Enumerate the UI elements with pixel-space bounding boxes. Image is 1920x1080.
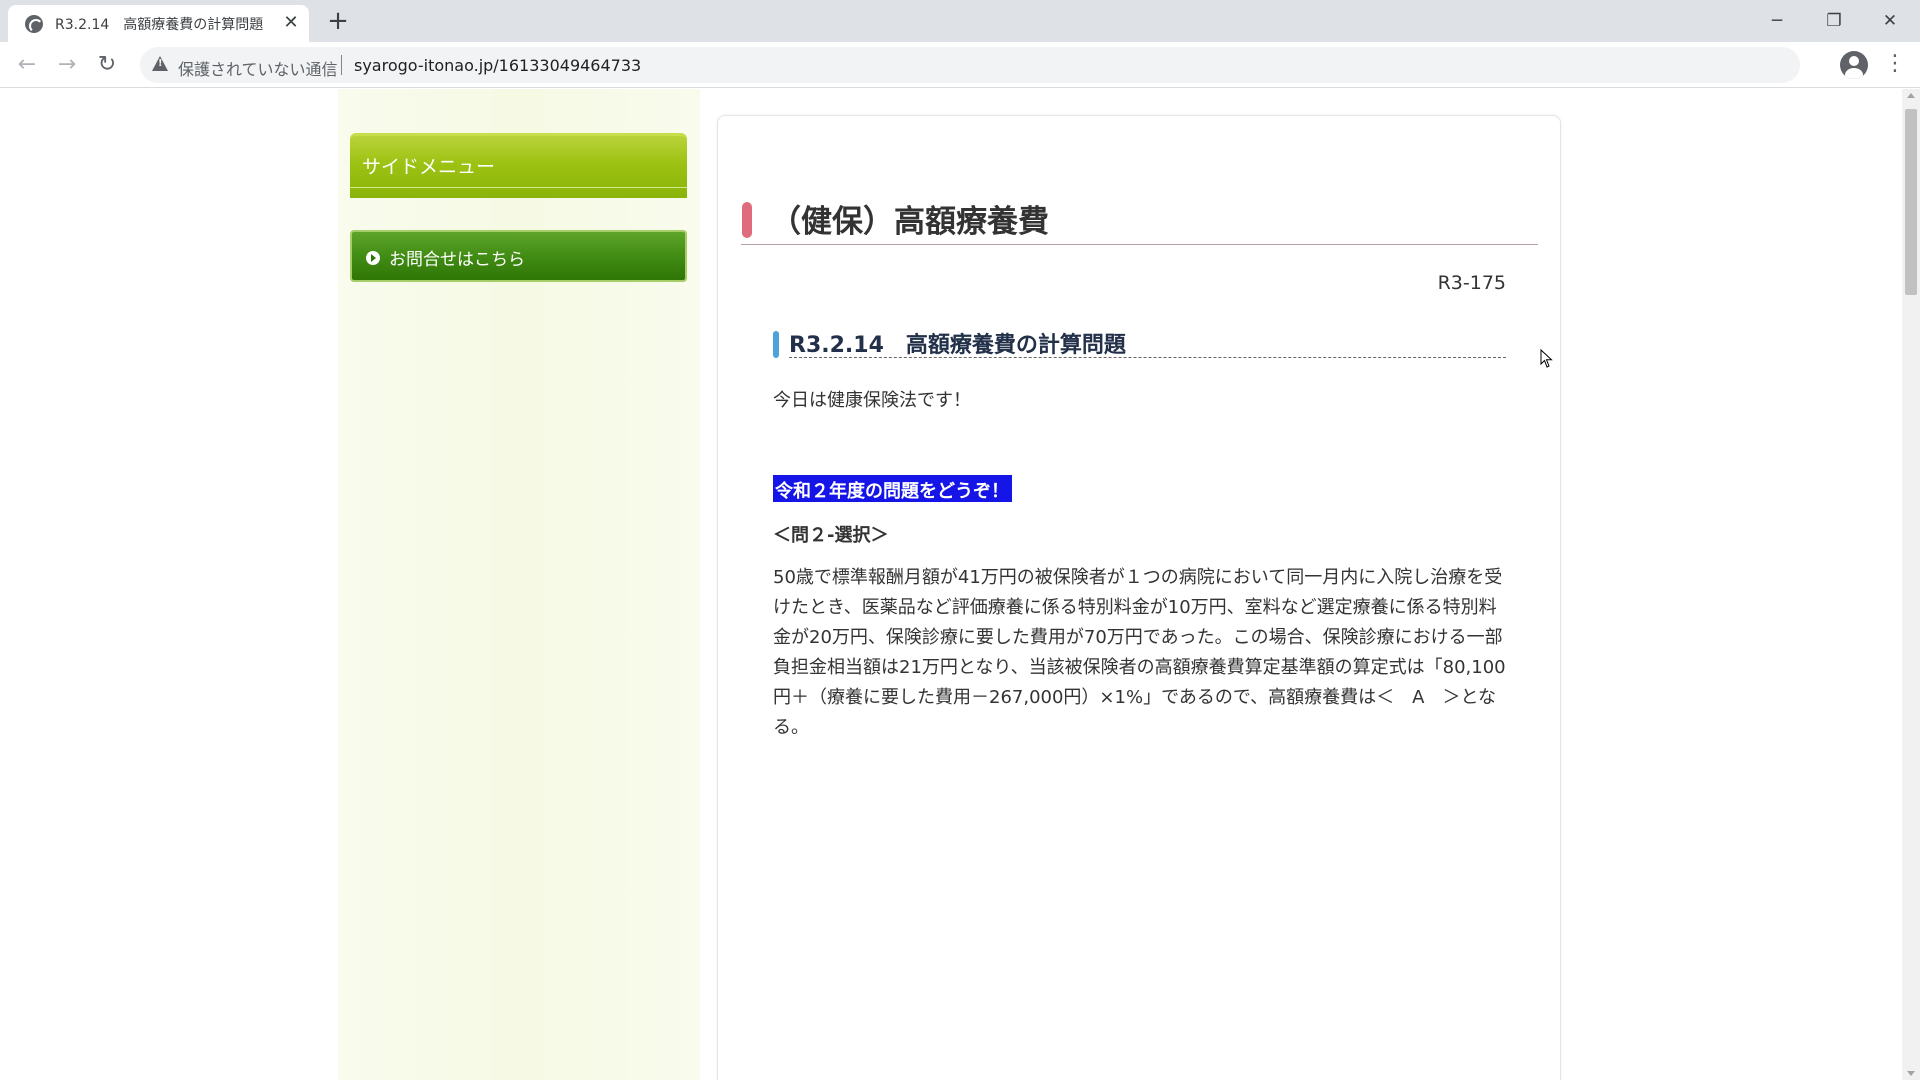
address-bar[interactable]: 保護されていない通信 syarogo-itonao.jp/16133049464…	[140, 47, 1800, 83]
arrow-circle-icon	[366, 251, 380, 265]
question-text: 50歳で標準報酬月額が41万円の被保険者が１つの病院において同一月内に入院し治療…	[773, 567, 1506, 738]
category-divider	[741, 244, 1538, 245]
side-menu-header: サイドメニュー	[350, 133, 687, 198]
question-label: ＜問２-選択＞	[773, 525, 889, 546]
post-title: R3.2.14 高額療養費の計算問題	[789, 333, 1126, 358]
close-window-button[interactable]: ✕	[1867, 6, 1913, 36]
contact-button[interactable]: お問合せはこちら	[350, 230, 687, 282]
category-accent-bar	[742, 202, 752, 238]
browser-tab[interactable]: R3.2.14 高額療養費の計算問題 ✕	[8, 5, 309, 42]
kebab-menu-icon[interactable]: ⋮	[1884, 50, 1906, 78]
tab-title: R3.2.14 高額療養費の計算問題	[55, 17, 264, 33]
warning-icon[interactable]	[152, 56, 168, 71]
page-viewport: サイドメニュー お問合せはこちら （健保）高額療養費 R3-175 R3.2.1…	[0, 89, 1902, 1080]
scrollbar-thumb[interactable]	[1905, 109, 1917, 295]
tab-strip: R3.2.14 高額療養費の計算問題 ✕ + ─ ❐ ✕	[0, 0, 1920, 42]
close-tab-icon[interactable]: ✕	[281, 13, 301, 33]
page-scrollbar[interactable]	[1902, 89, 1920, 1080]
minimize-button[interactable]: ─	[1754, 6, 1800, 36]
url-text[interactable]: syarogo-itonao.jp/16133049464733	[354, 56, 641, 75]
forward-button[interactable]: →	[51, 49, 83, 81]
divider	[350, 187, 687, 188]
side-menu-title: サイドメニュー	[362, 156, 496, 178]
category-title: （健保）高額療養費	[770, 204, 1049, 240]
reload-button[interactable]: ↻	[91, 49, 123, 81]
globe-icon	[25, 15, 43, 33]
restore-button[interactable]: ❐	[1811, 6, 1857, 36]
intro-text: 今日は健康保険法です！	[773, 390, 971, 411]
back-button[interactable]: ←	[11, 49, 43, 81]
address-divider	[341, 55, 342, 75]
security-label[interactable]: 保護されていない通信	[178, 56, 338, 80]
mouse-cursor-icon	[1540, 349, 1553, 368]
post-title-divider	[789, 357, 1506, 358]
scroll-up-icon[interactable]	[1907, 93, 1915, 98]
new-tab-button[interactable]: +	[324, 8, 352, 36]
highlighted-heading: 令和２年度の問題をどうぞ！	[773, 475, 1012, 502]
scroll-down-icon[interactable]	[1907, 1071, 1915, 1076]
browser-toolbar: ← → ↻ 保護されていない通信 syarogo-itonao.jp/16133…	[0, 42, 1920, 88]
contact-button-label: お問合せはこちら	[389, 250, 525, 270]
post-accent-bar	[773, 331, 779, 358]
post-id: R3-175	[1437, 272, 1506, 294]
account-icon[interactable]	[1840, 51, 1868, 79]
